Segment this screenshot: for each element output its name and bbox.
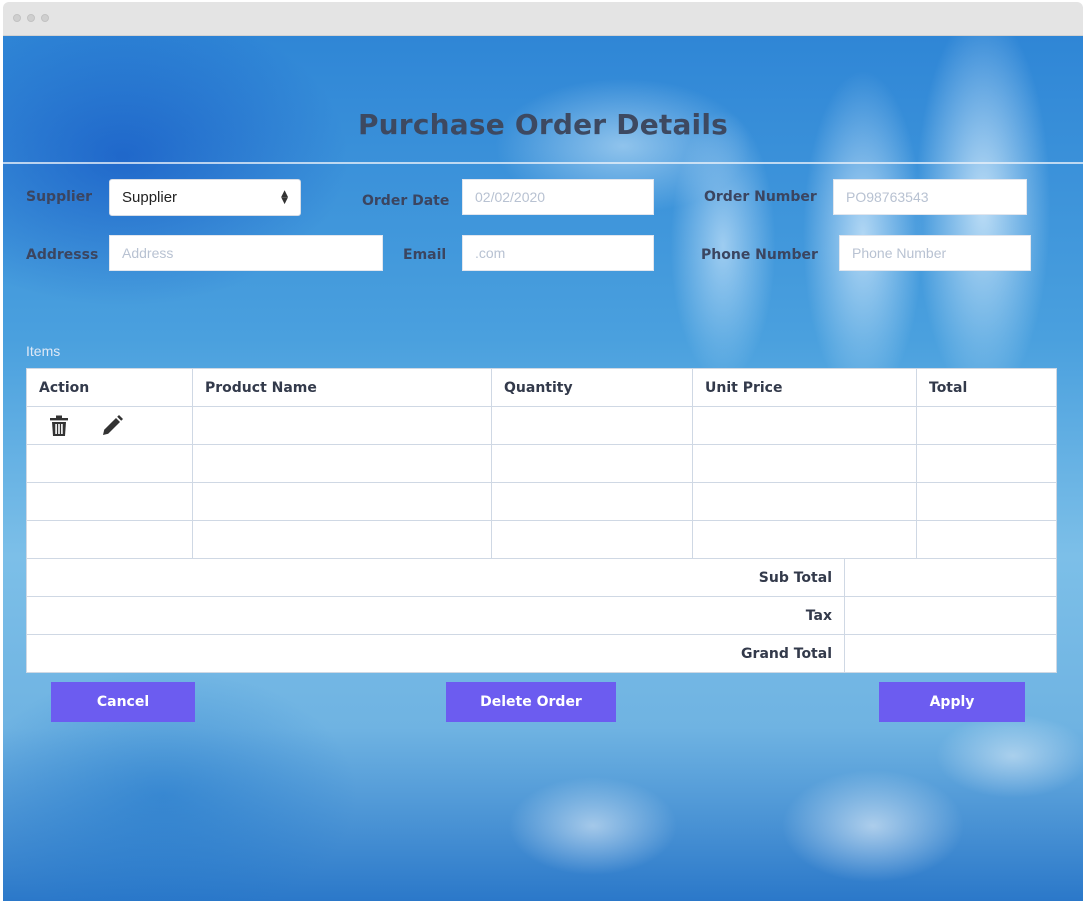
sub-total-value <box>844 558 1057 597</box>
app-window: Purchase Order Details Supplier Supplier… <box>3 2 1083 901</box>
summary-row-grand-total: Grand Total <box>26 634 1057 673</box>
unit-price-cell[interactable] <box>692 482 917 521</box>
column-header-product-name: Product Name <box>192 368 492 407</box>
unit-price-cell[interactable] <box>692 444 917 483</box>
supplier-select[interactable]: Supplier ▲ ▼ <box>109 179 301 216</box>
product-name-cell[interactable] <box>192 482 492 521</box>
phone-number-label: Phone Number <box>701 247 818 263</box>
table-row <box>26 444 1057 483</box>
apply-button[interactable]: Apply <box>879 682 1025 722</box>
action-cell <box>26 482 193 521</box>
email-label: Email <box>403 247 447 263</box>
table-row <box>26 406 1057 445</box>
total-cell <box>916 520 1057 559</box>
unit-price-cell[interactable] <box>692 520 917 559</box>
items-table: Action Product Name Quantity Unit Price … <box>26 368 1057 673</box>
address-label: Addresss <box>26 247 99 263</box>
total-cell <box>916 444 1057 483</box>
column-header-action: Action <box>26 368 193 407</box>
table-row <box>26 520 1057 559</box>
sub-total-label: Sub Total <box>26 558 845 597</box>
product-name-cell[interactable] <box>192 520 492 559</box>
order-date-input[interactable] <box>462 179 654 215</box>
grand-total-label: Grand Total <box>26 634 845 673</box>
supplier-label: Supplier <box>26 189 93 205</box>
phone-number-input[interactable] <box>839 235 1031 271</box>
page-title: Purchase Order Details <box>357 108 729 141</box>
table-header-row: Action Product Name Quantity Unit Price … <box>26 368 1057 407</box>
grand-total-value <box>844 634 1057 673</box>
title-divider <box>3 162 1083 164</box>
table-row <box>26 482 1057 521</box>
updown-arrows-icon: ▲ ▼ <box>281 188 288 206</box>
window-zoom-dot[interactable] <box>41 14 49 22</box>
quantity-cell[interactable] <box>491 444 693 483</box>
window-close-dot[interactable] <box>13 14 21 22</box>
summary-row-tax: Tax <box>26 596 1057 635</box>
unit-price-cell[interactable] <box>692 406 917 445</box>
quantity-cell[interactable] <box>491 406 693 445</box>
total-cell <box>916 482 1057 521</box>
action-cell <box>26 520 193 559</box>
quantity-cell[interactable] <box>491 520 693 559</box>
supplier-select-value: Supplier <box>122 189 178 206</box>
product-name-cell[interactable] <box>192 444 492 483</box>
quantity-cell[interactable] <box>491 482 693 521</box>
column-header-total: Total <box>916 368 1057 407</box>
tax-label: Tax <box>26 596 845 635</box>
summary-row-sub-total: Sub Total <box>26 558 1057 597</box>
email-input[interactable] <box>462 235 654 271</box>
column-header-quantity: Quantity <box>491 368 693 407</box>
order-number-label: Order Number <box>704 189 817 205</box>
cancel-button[interactable]: Cancel <box>51 682 195 722</box>
address-input[interactable] <box>109 235 383 271</box>
tax-value <box>844 596 1057 635</box>
total-cell <box>916 406 1057 445</box>
order-date-label: Order Date <box>362 193 450 209</box>
action-cell <box>26 406 193 445</box>
window-titlebar <box>3 2 1083 36</box>
page-content: Purchase Order Details Supplier Supplier… <box>3 36 1083 901</box>
trash-icon[interactable] <box>49 415 69 437</box>
column-header-unit-price: Unit Price <box>692 368 917 407</box>
order-number-input[interactable] <box>833 179 1027 215</box>
delete-order-button[interactable]: Delete Order <box>446 682 616 722</box>
action-cell <box>26 444 193 483</box>
items-section-label: Items <box>26 343 61 359</box>
product-name-cell[interactable] <box>192 406 492 445</box>
pencil-icon[interactable] <box>101 414 124 437</box>
window-minimize-dot[interactable] <box>27 14 35 22</box>
